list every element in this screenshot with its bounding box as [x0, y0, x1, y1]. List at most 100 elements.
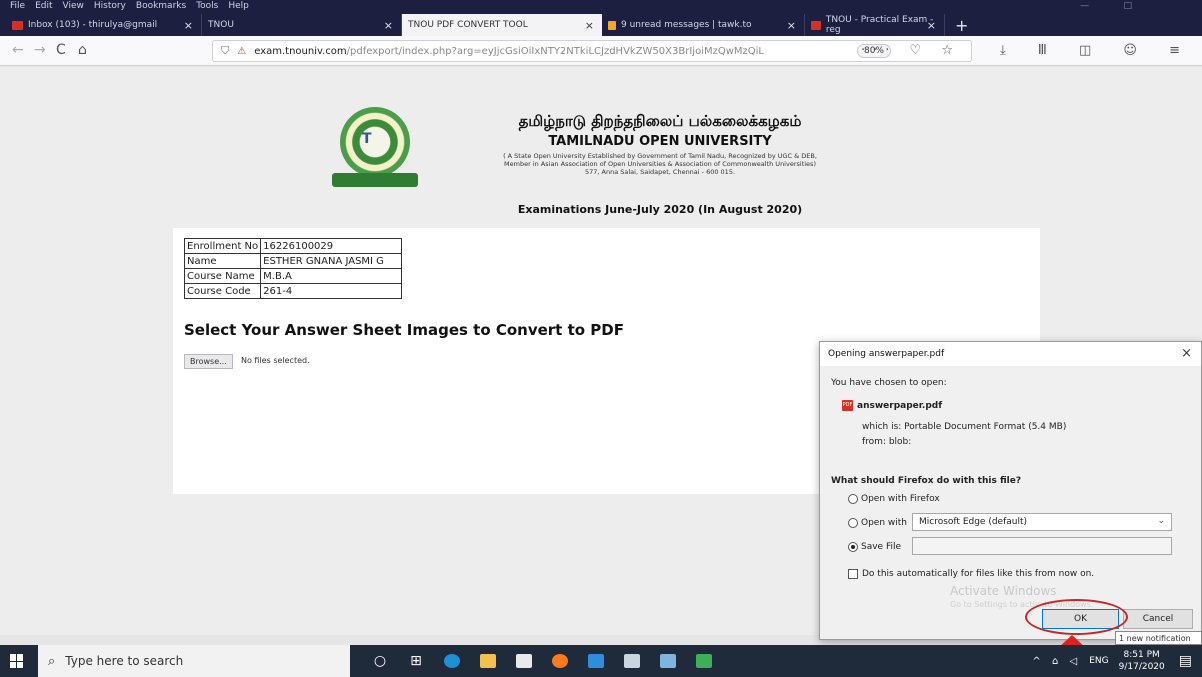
radio-label: Open with: [861, 518, 907, 528]
notes-icon[interactable]: [650, 651, 686, 671]
menu-edit[interactable]: Edit: [35, 1, 52, 11]
tab-pdf-convert-tool[interactable]: TNOU PDF CONVERT TOOL ×: [402, 14, 602, 36]
file-source: from: blob:: [862, 437, 912, 447]
menu-file[interactable]: File: [10, 1, 25, 11]
clock-time: 8:51 PM: [1123, 650, 1160, 660]
system-tray: ^ ⌂ ◁ ENG 8:51 PM 9/17/2020 ▤: [1032, 649, 1192, 673]
chat-icon: [608, 20, 616, 30]
exam-title: Examinations June-July 2020 (In August 2…: [517, 203, 803, 216]
taskbar-apps: ○ ⊞: [362, 651, 722, 671]
spreadsheet-icon[interactable]: [686, 651, 722, 671]
university-logo-icon: T: [332, 107, 418, 187]
new-tab-icon[interactable]: +: [955, 14, 968, 36]
upload-heading: Select Your Answer Sheet Images to Conve…: [184, 321, 624, 339]
student-info-table: Enrollment No 16226100029 Name ESTHER GN…: [183, 238, 403, 299]
dialog-title-text: Opening answerpaper.pdf: [828, 349, 945, 359]
menu-help[interactable]: Help: [228, 1, 249, 11]
back-icon[interactable]: ←: [12, 42, 24, 58]
menu-bar: File Edit View History Bookmarks Tools H…: [0, 0, 1202, 12]
cortana-icon[interactable]: ○: [362, 651, 398, 671]
tray-icons[interactable]: ^ ⌂ ◁: [1032, 656, 1081, 667]
table-row: Course Name M.B.A: [183, 268, 403, 284]
menu-tools[interactable]: Tools: [196, 1, 218, 11]
university-tamil-name: தமிழ்நாடு திறந்தநிலைப் பல்கலைக்கழகம்: [518, 112, 802, 130]
row-value: ESTHER GNANA JASMI G: [260, 253, 403, 269]
radio-label: Save File: [861, 542, 902, 552]
row-value: 16226100029: [260, 238, 403, 254]
page-actions-icon[interactable]: ··· ♡ ☆: [861, 43, 961, 58]
menu-history[interactable]: History: [94, 1, 126, 11]
row-value: 261-4: [260, 283, 403, 299]
shield-icon[interactable]: ⛉: [221, 44, 229, 58]
close-tab-icon[interactable]: ×: [585, 19, 594, 32]
radio-dot[interactable]: [848, 542, 858, 552]
file-type: which is: Portable Document Format (5.4 …: [862, 422, 1067, 432]
window-controls[interactable]: — □: [1080, 1, 1132, 11]
cancel-button[interactable]: Cancel: [1123, 609, 1193, 629]
mail-icon: [811, 20, 821, 30]
file-explorer-icon[interactable]: [470, 651, 506, 671]
checkbox-box[interactable]: [848, 569, 858, 579]
dialog-title: Opening answerpaper.pdf ×: [820, 342, 1201, 366]
radio-label: Open with Firefox: [861, 494, 940, 504]
clock[interactable]: 8:51 PM 9/17/2020: [1119, 649, 1165, 673]
university-description: ( A State Open University Established by…: [450, 152, 870, 176]
close-tab-icon[interactable]: ×: [184, 19, 193, 32]
chosen-label: You have chosen to open:: [831, 378, 947, 388]
taskbar-search[interactable]: ⌕ Type here to search: [38, 645, 350, 677]
close-tab-icon[interactable]: ×: [787, 19, 796, 32]
home-icon[interactable]: ⌂: [78, 42, 87, 58]
nav-bar: ← → C ⌂ ⛉ ⚠ exam.tnouniv.com /pdfexport/…: [0, 36, 1202, 66]
reload-icon[interactable]: C: [56, 42, 66, 58]
save-file-field: [912, 537, 1172, 555]
no-files-label: No files selected.: [241, 356, 310, 365]
tab-label: TNOU: [208, 20, 234, 30]
checkbox-label: Do this automatically for files like thi…: [862, 569, 1095, 579]
auto-checkbox[interactable]: Do this automatically for files like thi…: [848, 569, 1094, 579]
desc-line: ( A State Open University Established by…: [503, 152, 817, 160]
action-question: What should Firefox do with this file?: [831, 476, 1022, 486]
save-file-radio[interactable]: Save File: [848, 542, 901, 552]
close-tab-icon[interactable]: ×: [927, 19, 936, 32]
menu-view[interactable]: View: [63, 1, 84, 11]
windows-start-icon[interactable]: [10, 654, 24, 668]
close-tab-icon[interactable]: ×: [384, 19, 393, 32]
tab-strip: Inbox (103) - thirulya@gmail × TNOU × TN…: [0, 12, 1202, 36]
tab-inbox[interactable]: Inbox (103) - thirulya@gmail ×: [6, 14, 202, 36]
task-view-icon[interactable]: ⊞: [398, 651, 434, 671]
university-name: TAMILNADU OPEN UNIVERSITY: [548, 134, 772, 149]
radio-dot[interactable]: [848, 494, 858, 504]
store-icon[interactable]: [506, 651, 542, 671]
action-center-icon[interactable]: ▤: [1179, 653, 1192, 669]
row-label: Name: [183, 253, 262, 269]
open-with-app-select[interactable]: Microsoft Edge (default) ⌄: [912, 513, 1172, 531]
search-icon: ⌕: [48, 653, 56, 669]
tab-tnou[interactable]: TNOU ×: [202, 14, 402, 36]
toolbar-icons[interactable]: ⤓ Ⅲ ◫ ☺ ≡: [1000, 43, 1194, 58]
edge-icon[interactable]: [434, 651, 470, 671]
open-with-radio[interactable]: Open with: [848, 518, 907, 528]
tab-tawk[interactable]: 9 unread messages | tawk.to ×: [602, 14, 805, 36]
close-icon[interactable]: ×: [1181, 346, 1192, 361]
radio-dot[interactable]: [848, 518, 858, 528]
table-row: Name ESTHER GNANA JASMI G: [183, 253, 403, 269]
mail-icon[interactable]: [578, 651, 614, 671]
file-row: PDF answerpaper.pdf: [842, 400, 942, 411]
globe-icon[interactable]: [614, 651, 650, 671]
row-value: M.B.A: [260, 268, 403, 284]
row-label: Course Name: [183, 268, 262, 284]
url-bar[interactable]: ⛉ ⚠ exam.tnouniv.com /pdfexport/index.ph…: [212, 40, 972, 62]
permissions-icon[interactable]: ⚠: [237, 46, 246, 57]
tab-label: 9 unread messages | tawk.to: [621, 20, 752, 30]
file-name: answerpaper.pdf: [857, 400, 943, 411]
firefox-icon[interactable]: [542, 651, 578, 671]
open-with-firefox-radio[interactable]: Open with Firefox: [848, 494, 940, 504]
tab-practical-exam[interactable]: TNOU - Practical Exam - reg ×: [805, 14, 945, 36]
forward-icon[interactable]: →: [34, 42, 46, 58]
url-path: /pdfexport/index.php?arg=eyJjcGsiOiIxNTY…: [346, 45, 765, 57]
activate-windows-watermark: Activate Windows: [950, 584, 1057, 598]
tab-label: TNOU - Practical Exam - reg: [825, 15, 934, 35]
browse-button[interactable]: Browse...: [184, 354, 233, 369]
menu-bookmarks[interactable]: Bookmarks: [136, 1, 186, 11]
language-indicator[interactable]: ENG: [1089, 656, 1108, 666]
